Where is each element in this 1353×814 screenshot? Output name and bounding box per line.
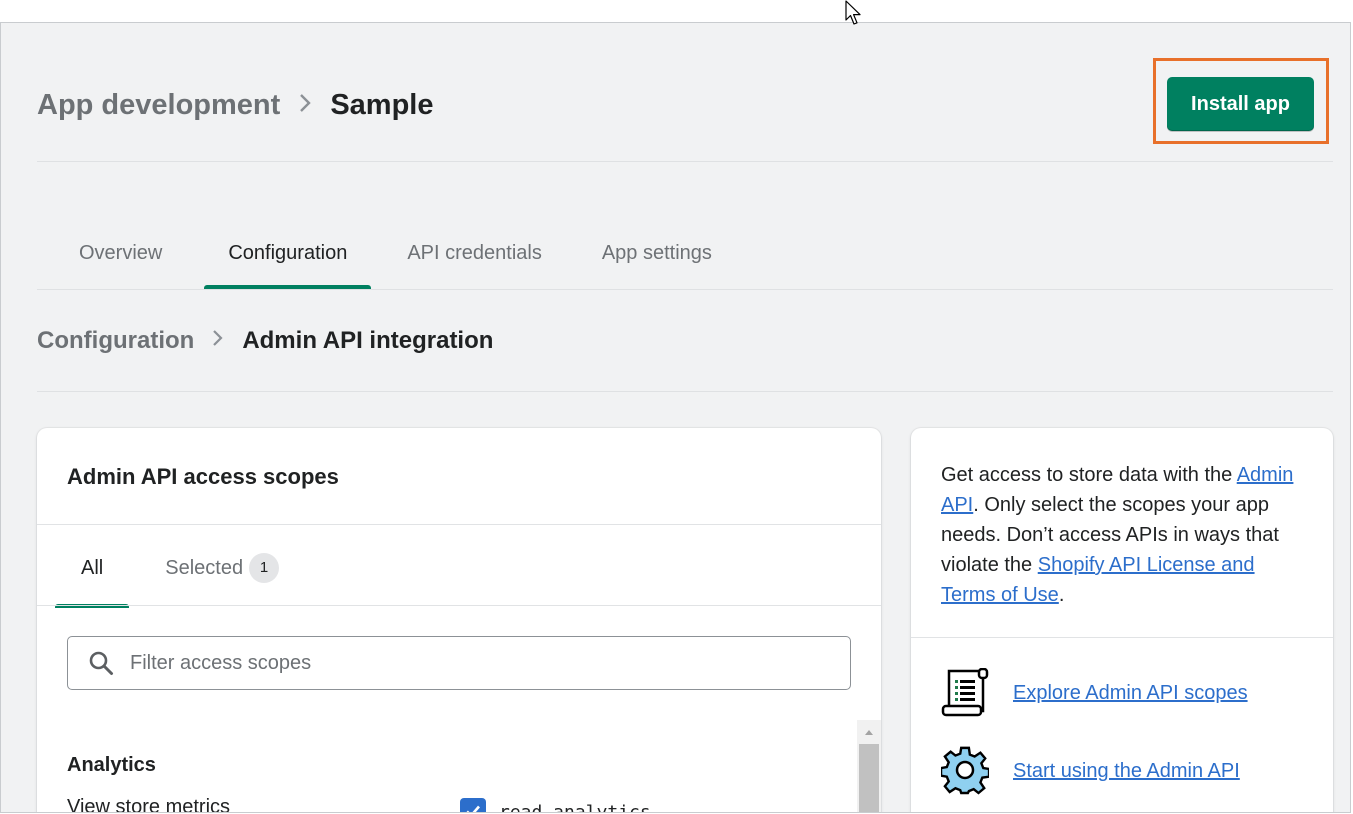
explore-scopes-row: Explore Admin API scopes [941,668,1248,718]
chevron-right-icon [298,90,312,121]
filter-scopes-search [67,636,851,690]
scope-group-title: Analytics [67,754,156,776]
app-window: App development Sample Install app Overv… [0,22,1351,813]
install-app-button[interactable]: Install app [1167,77,1314,131]
tab-all-scopes[interactable]: All [55,528,130,608]
explore-admin-api-scopes-link[interactable]: Explore Admin API scopes [1013,682,1248,705]
checkmark-icon [466,805,480,812]
info-text: Get access to store data with the Admin … [941,460,1311,610]
scope-filter-tabs: All Selected 1 [55,528,280,608]
tab-label: All [81,557,104,579]
tab-label: Selected [165,557,244,579]
start-using-admin-api-link[interactable]: Start using the Admin API [1013,760,1240,783]
scrollbar[interactable] [857,720,881,812]
card-title: Admin API access scopes [67,464,339,489]
tab-app-settings[interactable]: App settings [572,223,742,289]
breadcrumb-parent-link[interactable]: App development [37,89,280,122]
selected-count-badge: 1 [249,553,280,583]
scroll-icon [941,668,989,717]
section-title: Admin API integration [242,327,494,354]
gear-icon [941,746,989,795]
tabs-divider [37,289,1333,290]
scope-code: read_analytics [499,802,651,813]
start-using-row: Start using the Admin API [941,746,1240,796]
admin-api-info-card: Get access to store data with the Admin … [911,428,1333,812]
main-tabs: Overview Configuration API credentials A… [37,223,742,289]
section-divider [37,391,1333,392]
read-analytics-checkbox[interactable] [460,798,486,812]
tab-overview[interactable]: Overview [37,223,204,289]
mouse-cursor-icon [845,0,861,25]
access-scopes-card: Admin API access scopes All Selected 1 A… [37,428,881,813]
header-divider [37,161,1333,162]
sub-breadcrumb: Configuration Admin API integration [37,327,493,355]
tab-configuration[interactable]: Configuration [204,223,372,289]
page-title: Sample [330,89,434,121]
tab-selected-scopes[interactable]: Selected 1 [165,528,280,608]
subtabs-divider [37,605,881,606]
sub-breadcrumb-parent-link[interactable]: Configuration [37,327,194,355]
info-text-part: Get access to store data with the [941,464,1237,486]
scroll-up-arrow-icon[interactable] [857,720,881,744]
info-text-part: . [1058,584,1065,606]
scrollbar-thumb[interactable] [859,744,879,812]
breadcrumb: App development Sample [37,89,433,122]
chevron-right-icon [212,328,224,354]
card-divider [37,524,881,525]
search-icon [89,651,113,675]
scope-description: View store metrics [67,796,231,813]
filter-scopes-input[interactable] [128,650,812,676]
page-header: App development Sample Install app [37,58,1333,161]
tab-api-credentials[interactable]: API credentials [371,223,572,289]
info-card-divider [911,637,1333,638]
